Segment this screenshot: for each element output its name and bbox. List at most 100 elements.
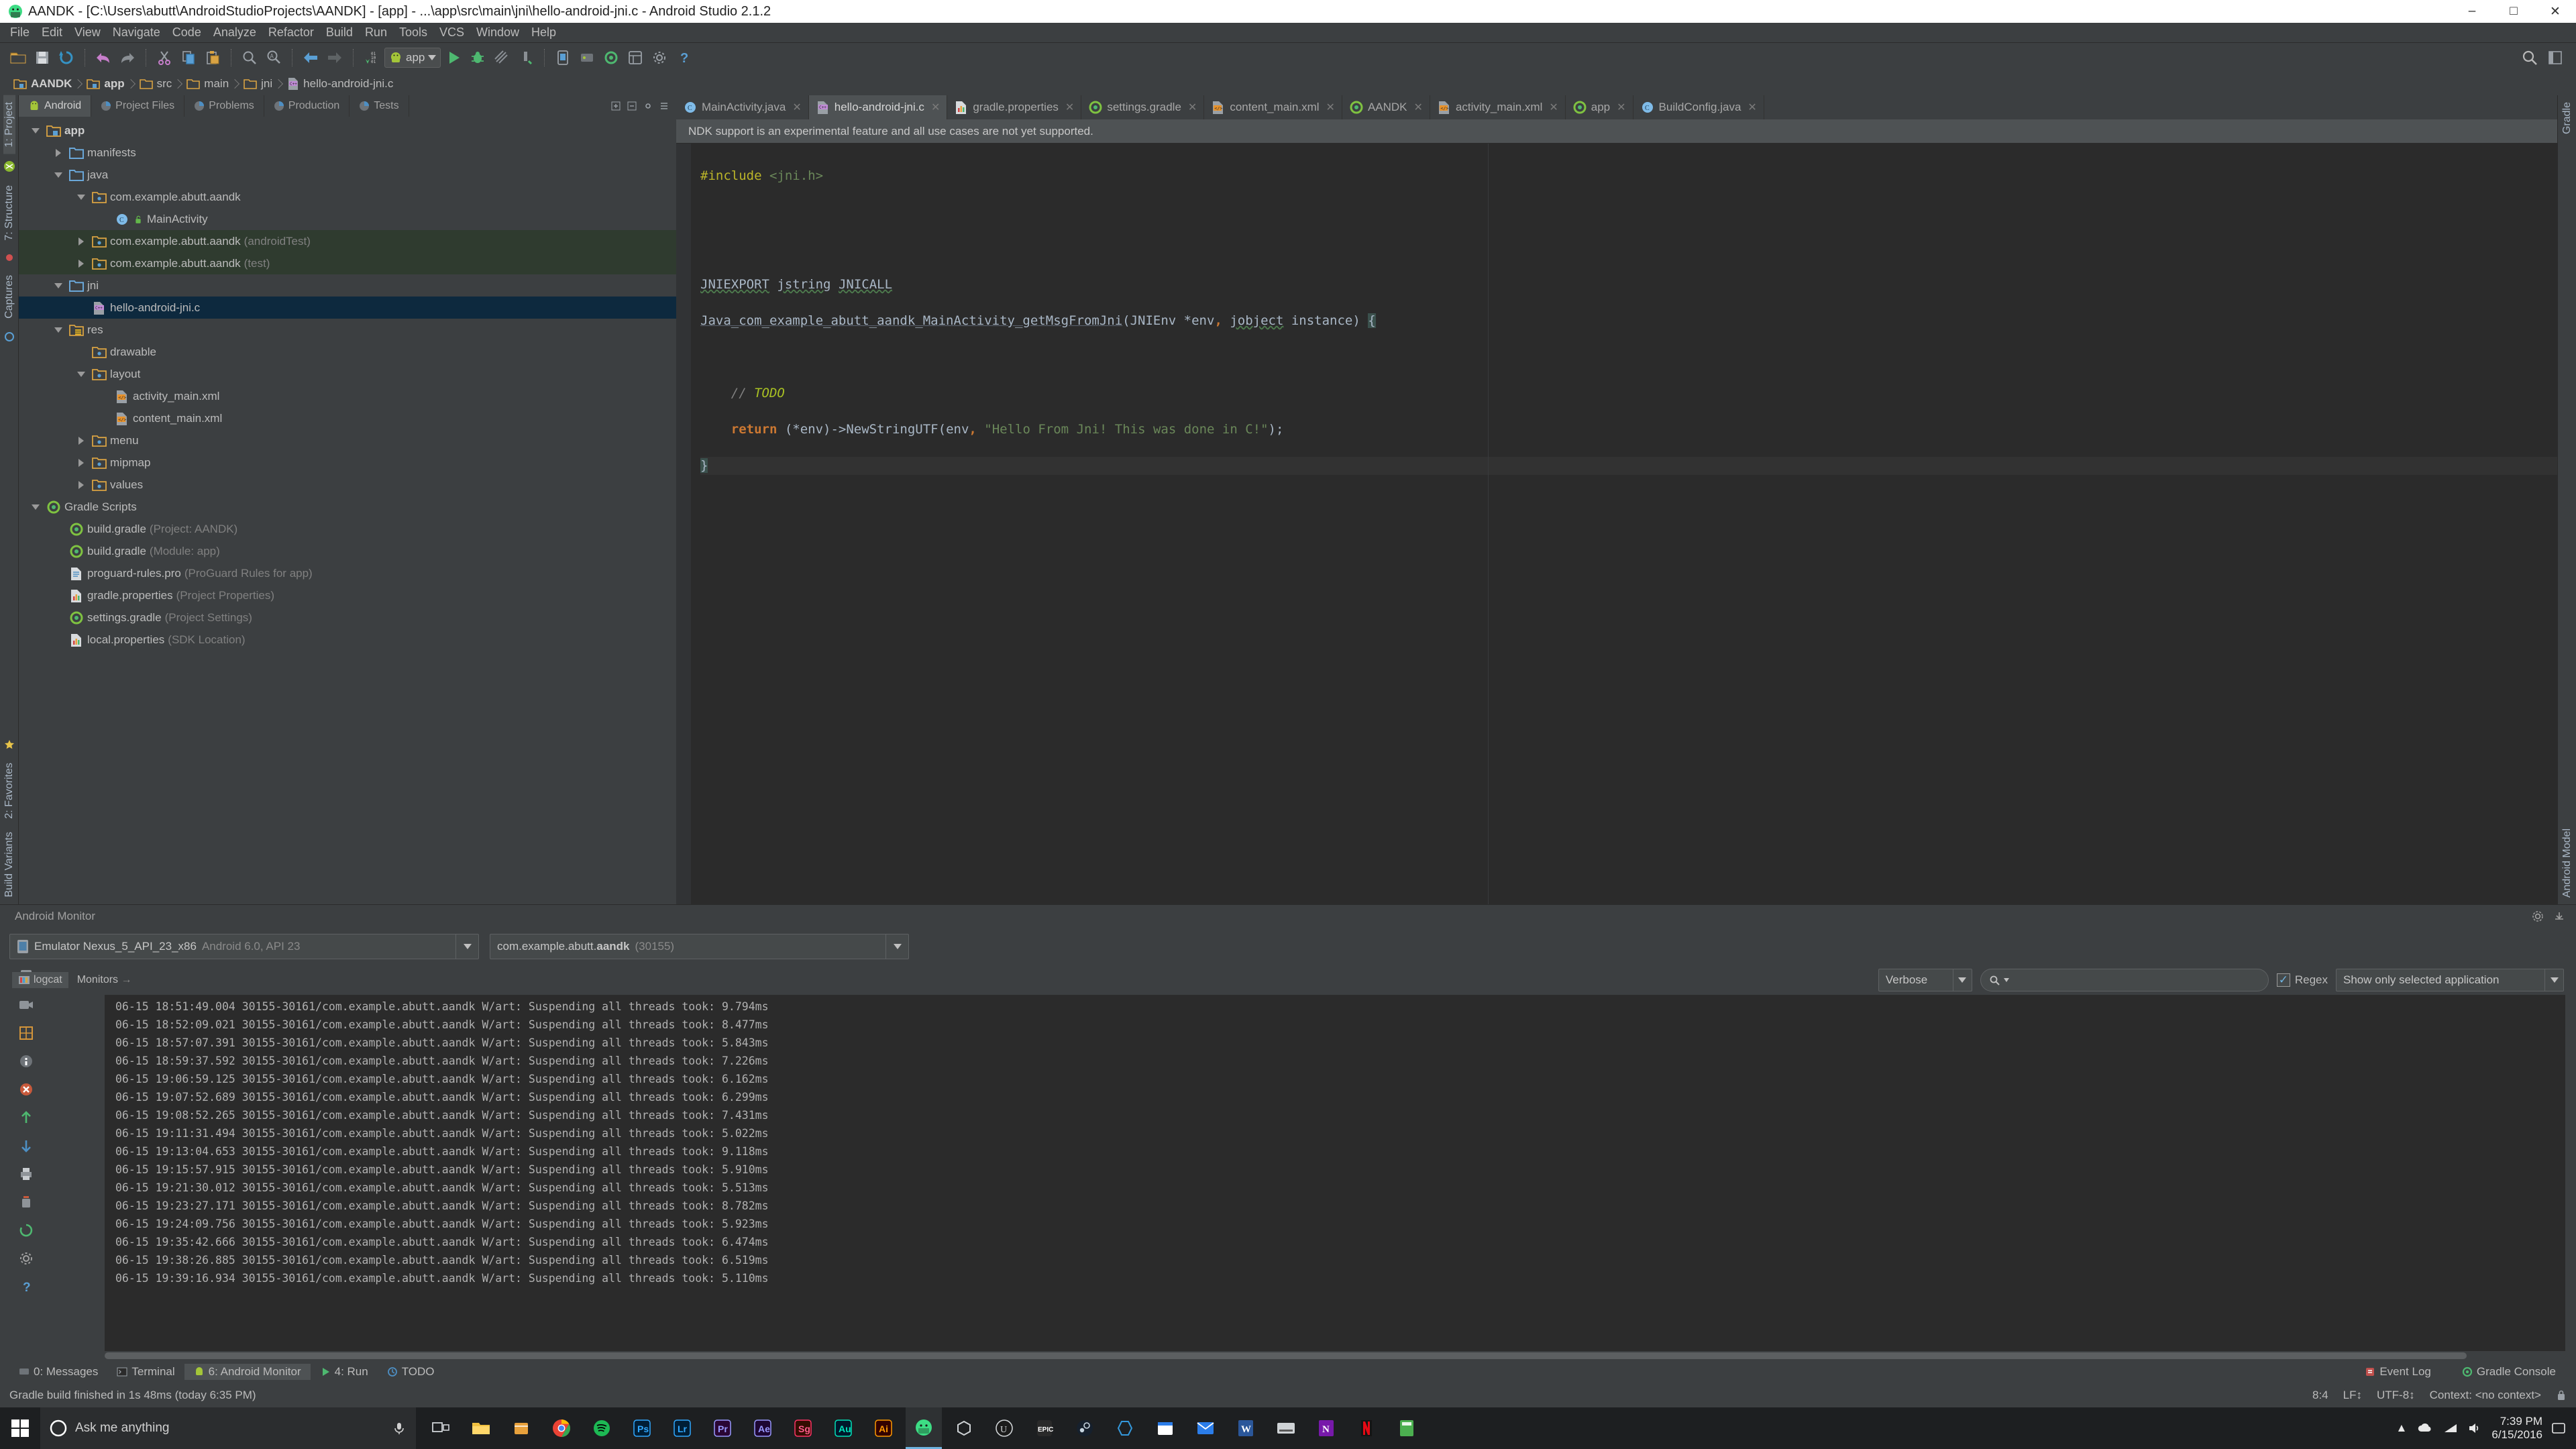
tree-node[interactable]: gradle.properties(Project Properties) — [19, 584, 676, 606]
tool-button-project[interactable]: 1: Project — [3, 95, 15, 154]
close-tab-icon[interactable]: ✕ — [1326, 101, 1335, 114]
breadcrumb-item-app[interactable]: app — [83, 76, 135, 92]
tree-node[interactable]: com.example.abutt.aandk — [19, 186, 676, 208]
monitors-tab[interactable]: Monitors → — [71, 972, 138, 988]
open-folder-icon[interactable] — [7, 46, 30, 69]
tree-node[interactable]: build.gradle(Project: AANDK) — [19, 518, 676, 540]
tree-node[interactable]: C++hello-android-jni.c — [19, 297, 676, 319]
menu-edit[interactable]: Edit — [36, 24, 68, 41]
menu-analyze[interactable]: Analyze — [207, 24, 262, 41]
close-tab-icon[interactable]: ✕ — [931, 101, 940, 114]
chevron-down-icon[interactable] — [74, 190, 89, 205]
tool-button-captures[interactable]: Captures — [3, 268, 15, 325]
close-tab-icon[interactable]: ✕ — [1065, 101, 1074, 114]
logcat-horizontal-scrollbar[interactable] — [105, 1351, 2565, 1360]
chevron-down-icon[interactable] — [28, 123, 43, 138]
chevron-right-icon[interactable] — [74, 256, 89, 271]
editor-tab[interactable]: settings.gradle✕ — [1081, 95, 1204, 119]
breadcrumb-item-file[interactable]: C++ hello-android-jni.c — [283, 76, 404, 92]
tree-node[interactable]: settings.gradle(Project Settings) — [19, 606, 676, 629]
start-button[interactable] — [0, 1407, 40, 1449]
illustrator-icon[interactable]: Ai — [865, 1407, 902, 1449]
menu-navigate[interactable]: Navigate — [107, 24, 166, 41]
device-selector[interactable]: Emulator Nexus_5_API_23_x86 Android 6.0,… — [9, 934, 479, 959]
chevron-down-icon[interactable] — [455, 934, 478, 959]
run-icon[interactable] — [442, 46, 465, 69]
compile-icon[interactable]: 011001 — [360, 46, 383, 69]
android-toolwindow-icon[interactable] — [3, 160, 15, 172]
menu-run[interactable]: Run — [359, 24, 393, 41]
indesign-icon[interactable]: Sg — [785, 1407, 821, 1449]
xamarin-icon[interactable] — [1107, 1407, 1143, 1449]
redo-icon[interactable] — [116, 46, 139, 69]
system-info-icon[interactable] — [17, 1053, 35, 1070]
keyboard-icon[interactable] — [1268, 1407, 1304, 1449]
breadcrumb-item-jni[interactable]: jni — [239, 76, 283, 92]
show-hidden-icons[interactable]: ▲ — [2396, 1421, 2408, 1435]
tree-node[interactable]: values — [19, 474, 676, 496]
tab-tests[interactable]: Tests — [350, 95, 409, 117]
layout-inspector-icon[interactable] — [17, 1024, 35, 1042]
file-explorer-icon[interactable] — [463, 1407, 499, 1449]
hide-panel-icon[interactable] — [659, 101, 669, 111]
tool-button-gradle[interactable]: Gradle — [2561, 95, 2573, 141]
screen-record-icon[interactable] — [17, 996, 35, 1014]
favorites-star-icon[interactable] — [4, 739, 15, 750]
menu-help[interactable]: Help — [525, 24, 562, 41]
epic-icon[interactable]: EPIC — [1026, 1407, 1063, 1449]
hide-panel-icon[interactable] — [2553, 910, 2565, 922]
chevron-down-icon[interactable] — [2544, 969, 2563, 991]
menu-window[interactable]: Window — [470, 24, 525, 41]
tree-node[interactable]: com.example.abutt.aandk(androidTest) — [19, 230, 676, 252]
scroll-up-icon[interactable] — [17, 1109, 35, 1126]
editor-tab[interactable]: </>content_main.xml✕ — [1204, 95, 1342, 119]
menu-vcs[interactable]: VCS — [433, 24, 470, 41]
chevron-right-icon[interactable] — [74, 455, 89, 470]
menu-view[interactable]: View — [68, 24, 107, 41]
tool-tab-messages[interactable]: 0: Messages — [9, 1364, 107, 1380]
tool-button-favorites[interactable]: 2: Favorites — [3, 756, 15, 826]
coverage-icon[interactable] — [490, 46, 513, 69]
chrome-icon[interactable] — [543, 1407, 580, 1449]
onedrive-icon[interactable] — [2416, 1422, 2434, 1434]
sync-icon[interactable] — [55, 46, 78, 69]
cut-icon[interactable] — [153, 46, 176, 69]
editor-tab[interactable]: CMainActivity.java✕ — [676, 95, 809, 119]
editor-tab[interactable]: C++hello-android-jni.c✕ — [809, 95, 948, 119]
tree-node[interactable]: layout — [19, 363, 676, 385]
chevron-right-icon[interactable] — [74, 433, 89, 448]
store-icon[interactable] — [503, 1407, 539, 1449]
settings-gear-icon[interactable] — [643, 101, 653, 111]
undo-icon[interactable] — [92, 46, 115, 69]
maximize-button[interactable]: □ — [2493, 0, 2534, 23]
minimize-button[interactable]: – — [2451, 0, 2493, 23]
unreal-icon[interactable]: U — [986, 1407, 1022, 1449]
action-center-icon[interactable] — [2552, 1422, 2565, 1434]
tree-node[interactable]: jni — [19, 274, 676, 297]
editor-tab[interactable]: gradle.properties✕ — [947, 95, 1081, 119]
logcat-tab[interactable]: logcat — [12, 972, 68, 988]
steam-icon[interactable] — [1067, 1407, 1103, 1449]
chevron-right-icon[interactable] — [74, 234, 89, 249]
task-view-icon[interactable] — [423, 1407, 459, 1449]
menu-file[interactable]: File — [4, 24, 36, 41]
line-separator[interactable]: LF↕ — [2343, 1389, 2362, 1402]
help-icon[interactable]: ? — [672, 46, 695, 69]
close-tab-icon[interactable]: ✕ — [1549, 101, 1558, 114]
tree-node[interactable]: drawable — [19, 341, 676, 363]
tree-node[interactable]: </>content_main.xml — [19, 407, 676, 429]
process-selector[interactable]: com.example.abutt.aandk (30155) — [490, 934, 909, 959]
chevron-down-icon[interactable] — [51, 323, 66, 337]
unity-icon[interactable] — [946, 1407, 982, 1449]
close-tab-icon[interactable]: ✕ — [1414, 101, 1423, 114]
chevron-down-icon[interactable] — [1953, 969, 1972, 991]
tree-node[interactable]: menu — [19, 429, 676, 451]
scope-selector[interactable]: Show only selected application — [2336, 969, 2564, 991]
log-level-selector[interactable]: Verbose — [1878, 969, 1972, 991]
chevron-down-icon[interactable] — [51, 168, 66, 182]
back-icon[interactable] — [299, 46, 322, 69]
profile-icon[interactable] — [515, 46, 537, 69]
close-tab-icon[interactable]: ✕ — [1188, 101, 1197, 114]
breadcrumb-item-aandk[interactable]: AANDK — [9, 76, 83, 92]
calendar-icon[interactable] — [1147, 1407, 1183, 1449]
